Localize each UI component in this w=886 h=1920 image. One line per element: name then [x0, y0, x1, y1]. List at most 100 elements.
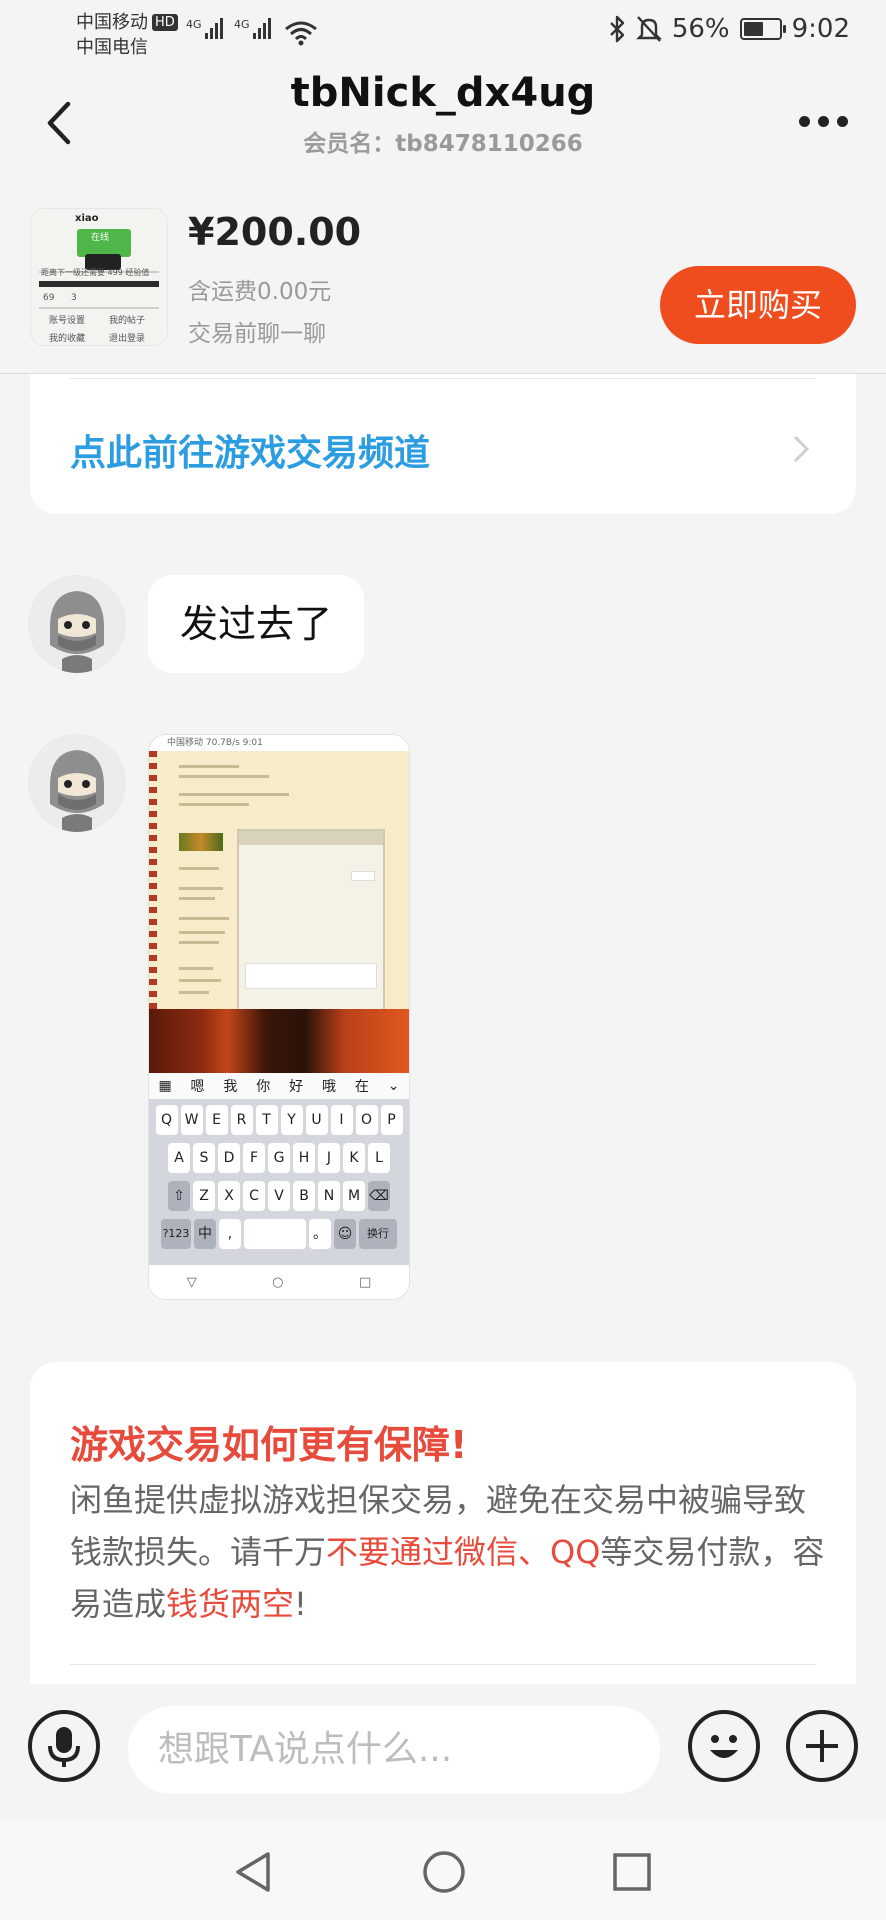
shot-key-space — [244, 1219, 306, 1249]
nav-back-icon[interactable] — [232, 1850, 274, 1894]
shot-key: C — [243, 1181, 265, 1211]
thumb-text-logout: 退出登录 — [109, 334, 146, 344]
thumb-text-posts: 我的帖子 — [109, 316, 146, 326]
chat-title: tbNick_dx4ug — [290, 70, 596, 116]
shot-key: H — [293, 1143, 315, 1173]
safety-warning-2: 钱货两空 — [166, 1585, 295, 1623]
shot-chat-dialog — [237, 829, 385, 1025]
carrier-1: 中国移动 — [76, 12, 148, 33]
system-nav-bar — [0, 1822, 886, 1920]
shot-key: 。 — [309, 1219, 331, 1249]
battery-icon — [739, 18, 786, 40]
shot-key-delete: ⌫ — [368, 1181, 390, 1211]
ninja-avatar-icon — [29, 735, 125, 832]
thumb-text-exp: 距离下一级还需要 499 经验值 — [41, 268, 150, 277]
more-icon[interactable] — [799, 116, 848, 127]
shot-keyboard: QWERTYUIOP ASDFGHJKL ⇧ Z X C V B N M ⌫ ?123 中 , … — [149, 1099, 409, 1267]
mute-icon — [635, 16, 662, 42]
shot-key: R — [230, 1105, 253, 1135]
emoji-icon[interactable] — [688, 1710, 760, 1782]
buy-now-button[interactable]: 立即购买 — [660, 266, 856, 344]
shot-page — [149, 751, 409, 1025]
shot-key: Y — [280, 1105, 303, 1135]
shot-lava — [149, 1009, 409, 1073]
signal-icon-1: 4G — [186, 18, 223, 39]
chevron-right-icon — [793, 435, 810, 463]
ninja-avatar-icon — [29, 576, 125, 673]
wifi-icon — [285, 21, 317, 46]
shot-grid-icon: ▦ — [158, 1078, 172, 1094]
shot-key: A — [168, 1143, 190, 1173]
product-thumbnail[interactable]: xiao 在线 距离下一级还需要 499 经验值 69 3 账号设置 我的帖子 … — [30, 208, 168, 346]
shot-nav: ▽ ○ □ — [149, 1265, 409, 1299]
chat-hint: 交易前聊一聊 — [188, 321, 326, 347]
network-label-1: 4G — [186, 18, 202, 31]
avatar[interactable] — [28, 734, 126, 832]
shot-key: P — [380, 1105, 403, 1135]
hd-badge: HD — [152, 14, 178, 31]
signal-icon-2: 4G — [234, 18, 271, 39]
shot-key: E — [205, 1105, 228, 1135]
status-right: 56% 9:02 — [608, 14, 850, 44]
shot-key: F — [243, 1143, 265, 1173]
shot-key: 中 — [194, 1219, 216, 1249]
shot-key: , — [219, 1219, 241, 1249]
shot-key: 换行 — [359, 1219, 397, 1249]
shipping-fee: 含运费0.00元 — [188, 279, 332, 305]
shot-key: G — [268, 1143, 290, 1173]
thumb-text-coins: 69 — [43, 293, 55, 303]
add-icon[interactable] — [786, 1710, 858, 1782]
chat-header: tbNick_dx4ug 会员名：tb8478110266 — [0, 64, 886, 188]
shot-suggestions: ▦ 嗯 我 你 好 哦 在 ⌄ — [149, 1073, 409, 1099]
shot-key: U — [305, 1105, 328, 1135]
safety-card: 游戏交易如何更有保障! 闲鱼提供虚拟游戏担保交易，避免在交易中被骗导致钱款损失。… — [30, 1362, 856, 1692]
product-bar: xiao 在线 距离下一级还需要 499 经验值 69 3 账号设置 我的帖子 … — [0, 188, 886, 374]
safety-title: 游戏交易如何更有保障! — [70, 1423, 468, 1467]
shot-key: B — [293, 1181, 315, 1211]
avatar[interactable] — [28, 575, 126, 673]
safety-text: 闲鱼提供虚拟游戏担保交易，避免在交易中被骗导致钱款损失。请千万不要通过微信、QQ… — [70, 1474, 830, 1630]
image-message[interactable]: 中国移动 70.7B/s 9:01 ▦ 嗯 我 你 好 哦 在 ⌄ Q W E … — [148, 734, 410, 1300]
shot-key: O — [355, 1105, 378, 1135]
mic-icon[interactable] — [28, 1710, 100, 1782]
shot-key: N — [318, 1181, 340, 1211]
shot-suggestion: 我 — [223, 1079, 238, 1095]
shot-key: L — [368, 1143, 390, 1173]
message-bubble[interactable]: 发过去了 — [148, 575, 364, 673]
nav-recents-icon[interactable] — [612, 1852, 652, 1892]
shot-key: ?123 — [161, 1219, 191, 1249]
shot-key-shift: ⇧ — [168, 1181, 190, 1211]
thumb-text-name: xiao — [75, 213, 99, 224]
shot-collapse-icon: ⌄ — [387, 1078, 400, 1094]
carrier-2: 中国电信 — [76, 37, 148, 58]
input-bar: 想跟TA说点什么... — [0, 1684, 886, 1822]
shot-key: ☺ — [334, 1219, 356, 1249]
game-channel-link[interactable]: 点此前往游戏交易频道 — [70, 424, 430, 476]
shot-key: T — [255, 1105, 278, 1135]
shot-key: W — [180, 1105, 203, 1135]
shot-key: D — [218, 1143, 240, 1173]
nav-home-icon[interactable] — [422, 1850, 466, 1894]
thumb-text-online: 在线 — [91, 233, 110, 243]
member-name: 会员名：tb8478110266 — [303, 131, 583, 157]
shot-key: Z — [193, 1181, 215, 1211]
shot-suggestion: 好 — [289, 1079, 304, 1095]
bluetooth-icon — [609, 15, 625, 43]
shot-key: Q — [155, 1105, 178, 1135]
safety-text-3: ! — [294, 1585, 307, 1623]
shot-status-text: 中国移动 70.7B/s 9:01 — [149, 735, 409, 751]
shot-key: S — [193, 1143, 215, 1173]
shot-suggestion: 在 — [354, 1079, 369, 1095]
battery-percent: 56% — [671, 14, 730, 44]
shot-key: K — [343, 1143, 365, 1173]
shot-suggestion: 你 — [256, 1079, 271, 1095]
shot-suggestion: 嗯 — [190, 1079, 205, 1095]
shot-key: I — [330, 1105, 353, 1135]
shot-key: M — [343, 1181, 365, 1211]
message-input[interactable]: 想跟TA说点什么... — [128, 1706, 660, 1794]
thumb-text-settings: 账号设置 — [49, 316, 86, 326]
product-price: ¥200.00 — [188, 210, 362, 254]
shot-suggestion: 哦 — [322, 1079, 337, 1095]
game-channel-card[interactable]: 点此前往游戏交易频道 — [30, 374, 856, 514]
network-label-2: 4G — [234, 18, 250, 31]
